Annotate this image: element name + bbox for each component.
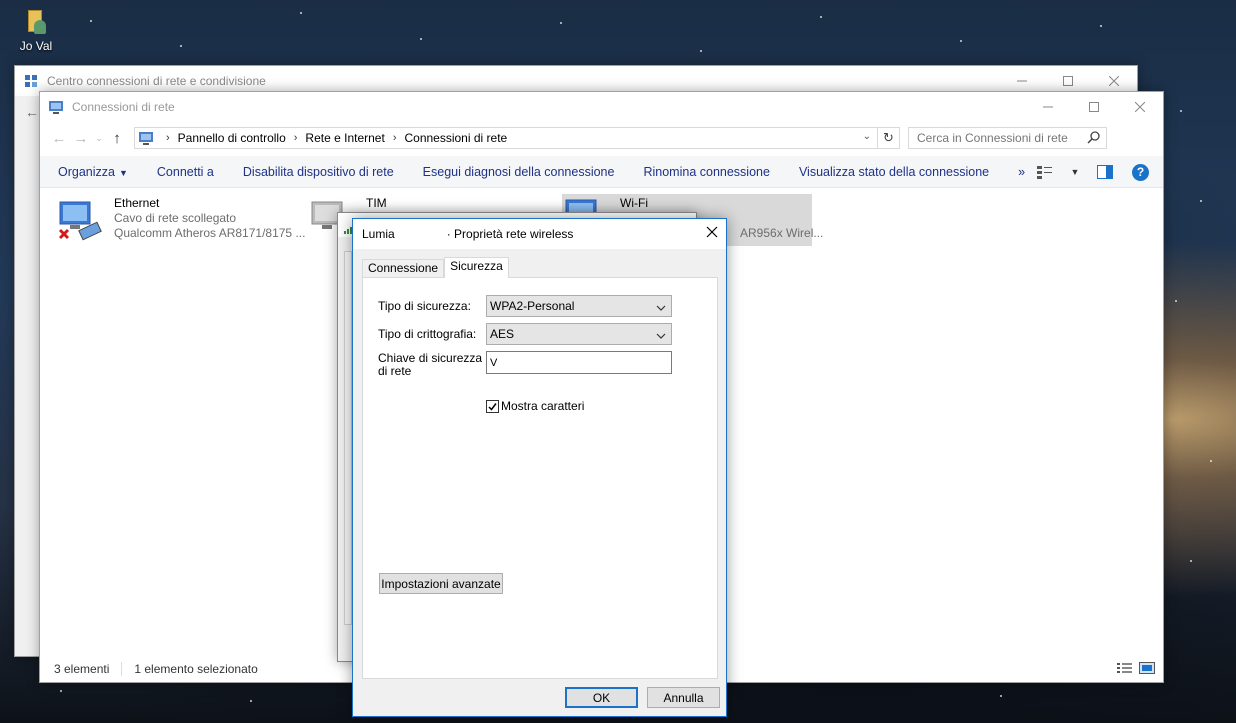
- search-placeholder: Cerca in Connessioni di rete: [917, 131, 1068, 145]
- breadcrumb-network-connections[interactable]: Connessioni di rete: [404, 131, 507, 145]
- window-title: Connessioni di rete: [72, 100, 175, 114]
- ethernet-adapter-icon: [56, 196, 108, 248]
- recent-locations-icon[interactable]: ⌄: [92, 127, 106, 149]
- large-icons-view-icon[interactable]: [1139, 662, 1155, 677]
- connection-item-ethernet[interactable]: Ethernet Cavo di rete scollegato Qualcom…: [56, 196, 306, 248]
- wireless-properties-dialog[interactable]: Lumia · Proprietà rete wireless Connessi…: [352, 218, 727, 717]
- advanced-settings-button[interactable]: Impostazioni avanzate: [379, 573, 503, 594]
- connection-status: Cavo di rete scollegato: [114, 211, 237, 225]
- network-connections-icon: [48, 99, 64, 115]
- show-characters-checkbox[interactable]: Mostra caratteri: [486, 399, 584, 413]
- up-button[interactable]: ↑: [106, 127, 128, 149]
- tab-connection[interactable]: Connessione: [362, 259, 445, 277]
- back-arrow-icon[interactable]: ←: [25, 104, 39, 120]
- security-type-select[interactable]: WPA2-Personal: [486, 295, 672, 317]
- security-tab-panel: Tipo di sicurezza: WPA2-Personal Tipo di…: [362, 277, 718, 679]
- details-view-icon[interactable]: [1117, 662, 1133, 677]
- encryption-type-value: AES: [490, 327, 515, 341]
- control-panel-icon: [138, 130, 154, 146]
- selected-count: 1 elemento selezionato: [134, 662, 258, 676]
- organize-menu[interactable]: Organizza ▼: [58, 165, 128, 179]
- diagnose-connection-command[interactable]: Esegui diagnosi della connessione: [423, 165, 615, 179]
- change-view-icon[interactable]: [1032, 161, 1058, 183]
- breadcrumb-separator: ›: [392, 132, 397, 144]
- dialog-title: · Proprietà rete wireless: [446, 227, 574, 241]
- help-button[interactable]: ?: [1132, 163, 1149, 181]
- command-bar: Organizza ▼ Connetti a Disabilita disposi…: [40, 156, 1163, 188]
- tab-security[interactable]: Sicurezza: [444, 257, 509, 278]
- dialog-title-network: Lumia: [362, 227, 395, 241]
- breadcrumb-network-internet[interactable]: Rete e Internet: [305, 131, 384, 145]
- forward-button[interactable]: →: [70, 127, 92, 149]
- search-input[interactable]: Cerca in Connessioni di rete: [908, 127, 1107, 149]
- desktop-user-folder[interactable]: Jo Val: [12, 8, 60, 53]
- item-count: 3 elementi: [54, 662, 110, 676]
- show-characters-label: Mostra caratteri: [501, 399, 585, 413]
- signal-icon: [344, 223, 352, 237]
- connection-name: Ethernet: [114, 196, 160, 210]
- preview-pane-icon[interactable]: [1092, 161, 1118, 183]
- encryption-type-select[interactable]: AES: [486, 323, 672, 345]
- refresh-button[interactable]: ↻: [877, 128, 899, 148]
- chevron-down-icon: [656, 329, 666, 343]
- ok-button[interactable]: OK: [565, 687, 638, 708]
- maximize-button[interactable]: [1071, 92, 1117, 121]
- encryption-type-label: Tipo di crittografia:: [378, 327, 477, 341]
- search-icon: [1087, 131, 1100, 147]
- minimize-button[interactable]: [1025, 92, 1071, 121]
- rename-connection-command[interactable]: Rinomina connessione: [643, 165, 769, 179]
- user-folder-icon: [25, 8, 47, 36]
- back-button[interactable]: ←: [48, 127, 70, 149]
- network-center-icon: [23, 73, 39, 89]
- chevron-down-icon: ▼: [118, 167, 128, 178]
- security-type-label: Tipo di sicurezza:: [378, 299, 471, 313]
- connect-to-command[interactable]: Connetti a: [157, 165, 214, 179]
- connection-device: Qualcomm Atheros AR8171/8175 ...: [114, 226, 306, 240]
- close-button[interactable]: [1117, 92, 1163, 121]
- network-key-label: Chiave di sicurezza di rete: [378, 351, 483, 378]
- more-commands-button[interactable]: »: [1018, 165, 1025, 179]
- breadcrumb-separator: ›: [293, 132, 298, 144]
- view-options-dropdown-icon[interactable]: ▼: [1062, 161, 1088, 183]
- checkbox-checked-icon: [486, 399, 499, 413]
- breadcrumb-control-panel[interactable]: Pannello di controllo: [178, 131, 286, 145]
- address-dropdown-icon[interactable]: ⌄: [863, 131, 871, 142]
- network-key-value: V: [490, 356, 498, 369]
- desktop-icon-label: Jo Val: [19, 39, 53, 53]
- view-status-command[interactable]: Visualizza stato della connessione: [799, 165, 989, 179]
- breadcrumb-separator: ›: [166, 132, 170, 144]
- network-key-field[interactable]: V: [486, 351, 672, 374]
- connection-name: Wi-Fi: [620, 196, 648, 210]
- connection-name: TIM: [366, 196, 387, 210]
- cancel-button[interactable]: Annulla: [647, 687, 720, 708]
- chevron-down-icon: [656, 301, 666, 315]
- window-title: Centro connessioni di rete e condivision…: [47, 74, 266, 88]
- address-bar[interactable]: › Pannello di controllo › Rete e Interne…: [134, 127, 900, 149]
- disable-device-command[interactable]: Disabilita dispositivo di rete: [243, 165, 394, 179]
- security-type-value: WPA2-Personal: [490, 299, 575, 313]
- close-icon[interactable]: [706, 226, 718, 241]
